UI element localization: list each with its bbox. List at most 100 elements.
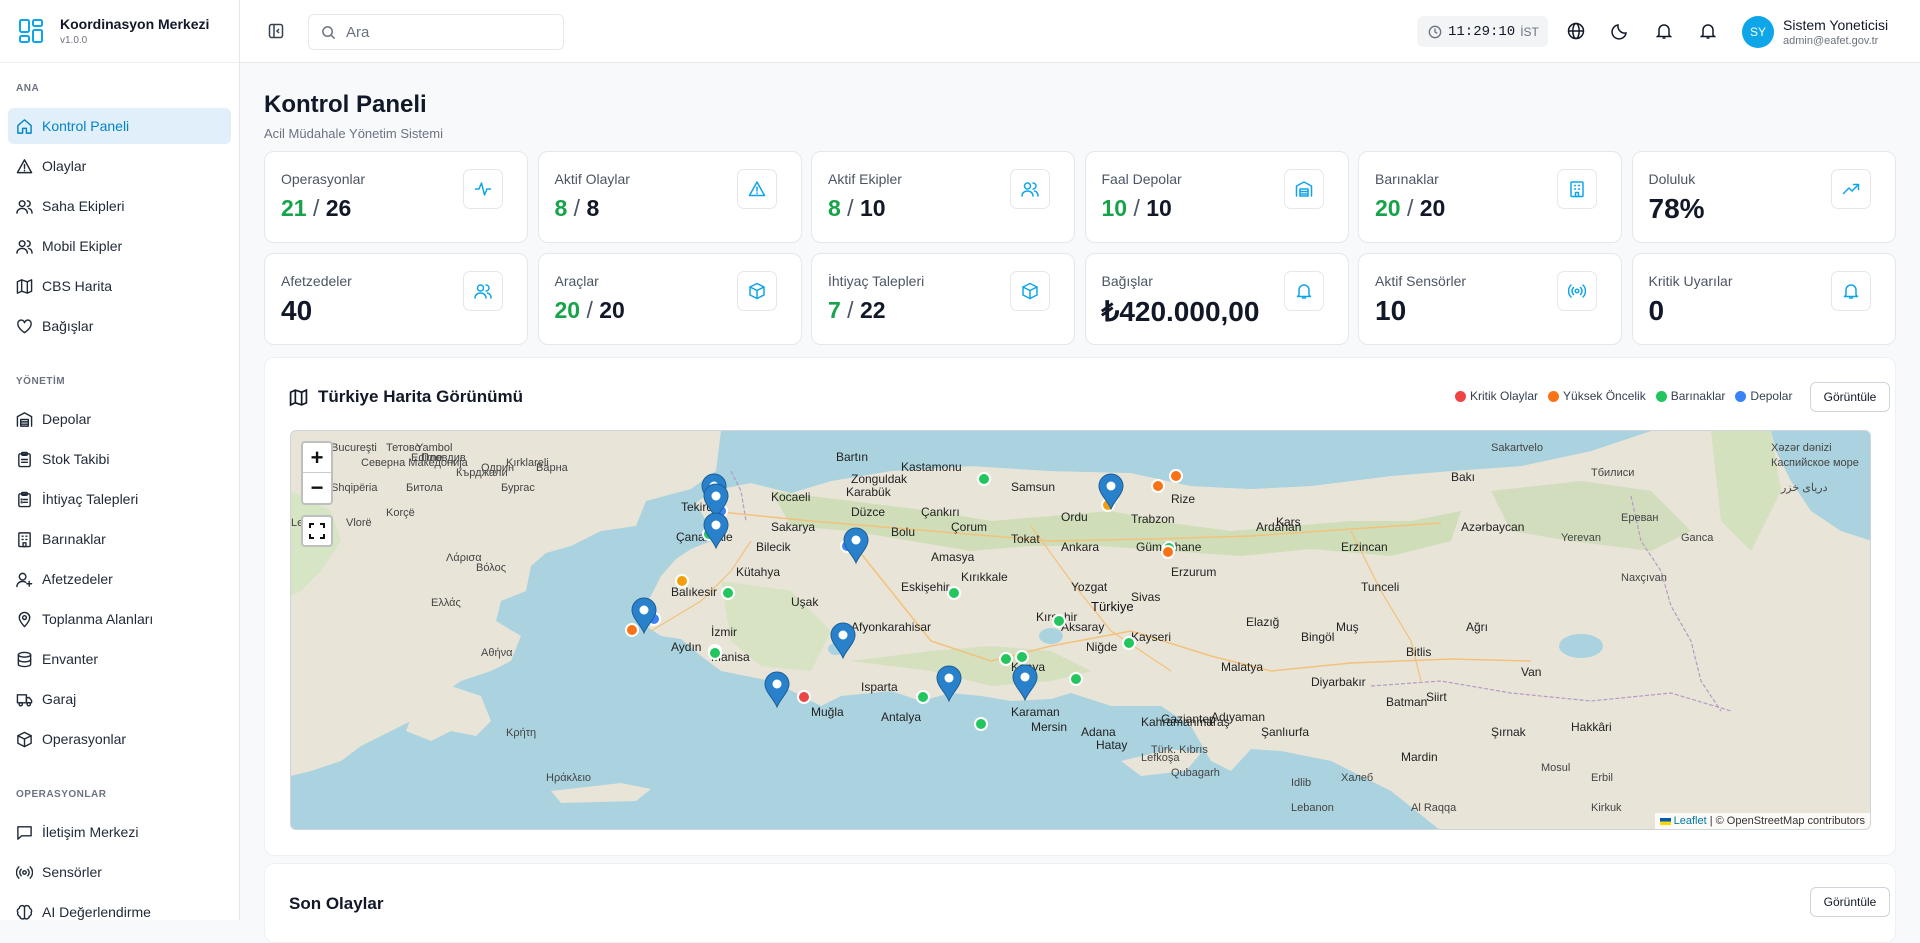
map-point-marker[interactable]: [1069, 672, 1083, 686]
sidebar-item-afetzedeler[interactable]: Afetzedeler: [8, 561, 231, 597]
map-point-marker[interactable]: [1169, 469, 1183, 483]
map-legend: Kritik Olaylar Yüksek Öncelik Barınaklar De…: [1455, 389, 1802, 403]
map-city-label: Bartın: [836, 450, 868, 464]
sidebar-item-depolar[interactable]: Depolar: [8, 401, 231, 437]
sidebar-item-toplanma-alanlar-[interactable]: Toplanma Alanları: [8, 601, 231, 637]
map-foreign-label: Βόλος: [476, 562, 506, 574]
map-city-label: Elazığ: [1246, 615, 1279, 629]
sidebar-item-kontrol-paneli[interactable]: Kontrol Paneli: [8, 108, 231, 144]
map-city-label: Van: [1521, 665, 1541, 679]
leaflet-map[interactable]: Kocaeli Tekirdağ Zonguldak Karabük Bartın Kas…: [290, 430, 1871, 830]
sidebar-item-olaylar[interactable]: Olaylar: [8, 148, 231, 184]
stat-card-afetzedeler[interactable]: Afetzedeler 40: [264, 253, 528, 345]
sidebar-item-label: Envanter: [42, 651, 99, 667]
stat-card-operasyonlar[interactable]: Operasyonlar 21 / 26: [264, 151, 528, 243]
stat-value: 40: [281, 295, 313, 326]
map-city-label: Türkiye: [1091, 599, 1134, 614]
map-point-marker[interactable]: [977, 472, 991, 486]
map-city-label: Bitlis: [1406, 645, 1431, 659]
map-point-marker[interactable]: [1122, 636, 1136, 650]
sidebar-item-saha-ekipleri[interactable]: Saha Ekipleri: [8, 188, 231, 224]
map-foreign-label: Xəzər dənizi: [1771, 442, 1832, 454]
map-point-marker[interactable]: [916, 690, 930, 704]
map-point-marker[interactable]: [1015, 650, 1029, 664]
stat-label: Aktif Ekipler: [828, 171, 902, 187]
stat-card-doluluk[interactable]: Doluluk 78%: [1631, 151, 1896, 243]
map-foreign-label: Mosul: [1541, 762, 1570, 774]
stat-label: Bağışlar: [1101, 273, 1153, 289]
notification-bell-icon[interactable]: [1699, 22, 1717, 40]
sidebar-item-ai-de-erlendirme[interactable]: AI Değerlendirme: [8, 894, 231, 920]
map-point-marker[interactable]: [974, 717, 988, 731]
stat-card-aktif-olaylar[interactable]: Aktif Olaylar 8 / 8: [537, 151, 802, 243]
map-city-label: Şırnak: [1491, 725, 1527, 739]
map-point-marker[interactable]: [721, 586, 735, 600]
sidebar: Koordinasyon Merkezi v1.0.0 ANA Kontrol P…: [0, 0, 240, 920]
map-point-marker[interactable]: [797, 690, 811, 704]
sidebar-item-sens-rler[interactable]: Sensörler: [8, 854, 231, 890]
stat-total: 26: [325, 195, 352, 221]
map-city-label: Ordu: [1061, 510, 1088, 524]
map-city-label: Erzurum: [1171, 565, 1216, 579]
map-city-label: Adıyaman: [1211, 710, 1265, 724]
map-point-marker[interactable]: [1151, 479, 1165, 493]
map-city-label: Zonguldak: [851, 472, 908, 486]
sidebar-item-envanter[interactable]: Envanter: [8, 641, 231, 677]
bell-icon[interactable]: [1655, 22, 1673, 40]
map-tiles[interactable]: KocaeliTekirdağZonguldakKarabükBartınKas…: [291, 431, 1871, 830]
stat-value: 7: [828, 297, 841, 323]
sidebar-item-cbs-harita[interactable]: CBS Harita: [8, 268, 231, 304]
zoom-out-button[interactable]: −: [303, 473, 331, 503]
map-point-marker[interactable]: [625, 623, 639, 637]
map-foreign-label: Shqipëria: [331, 482, 378, 494]
fullscreen-button[interactable]: [301, 515, 333, 547]
stat-card-kritik-uyar-lar[interactable]: Kritik Uyarılar 0: [1631, 253, 1896, 345]
users-icon: [16, 239, 33, 254]
map-city-label: Muş: [1336, 620, 1359, 634]
sidebar-item-label: Bağışlar: [42, 318, 94, 334]
sidebar-item-label: Olaylar: [42, 158, 87, 174]
stat-card-faal-depolar[interactable]: Faal Depolar 10 / 10: [1084, 151, 1349, 243]
sidebar-item-garaj[interactable]: Garaj: [8, 681, 231, 717]
stat-total: 22: [859, 297, 886, 323]
map-point-marker[interactable]: [1052, 614, 1066, 628]
zoom-control: + −: [301, 441, 333, 505]
user-menu[interactable]: SY Sistem Yoneticisi admin@eafet.gov.tr: [1742, 16, 1888, 48]
moon-icon[interactable]: [1611, 22, 1629, 40]
legend-dot: [1655, 390, 1667, 402]
sidebar-item-bar-naklar[interactable]: Barınaklar: [8, 521, 231, 557]
sidebar-item-i-htiya-talepleri[interactable]: İhtiyaç Talepleri: [8, 481, 231, 517]
sidebar-item-i-leti-im-merkezi[interactable]: İletişim Merkezi: [8, 814, 231, 850]
map-point-marker[interactable]: [947, 586, 961, 600]
stat-card-i-htiya-talepleri[interactable]: İhtiyaç Talepleri 7 / 22: [811, 253, 1075, 345]
map-city-label: Kayseri: [1131, 630, 1171, 644]
stat-icon-box: [736, 271, 777, 311]
database-icon: [17, 651, 32, 667]
leaflet-link[interactable]: Leaflet: [1674, 815, 1707, 827]
map-view-button[interactable]: Görüntüle: [1810, 382, 1890, 412]
map-point-marker[interactable]: [1161, 545, 1175, 559]
map-city-label: Bolu: [891, 525, 915, 539]
map-point-marker[interactable]: [999, 652, 1013, 666]
search-box[interactable]: [308, 14, 564, 50]
stat-card-aktif-ekipler[interactable]: Aktif Ekipler 8 / 10: [811, 151, 1075, 243]
recent-view-button[interactable]: Görüntüle: [1810, 887, 1890, 917]
map-point-marker[interactable]: [708, 646, 722, 660]
sidebar-item-ba-lar[interactable]: Bağışlar: [8, 308, 231, 344]
map-point-marker[interactable]: [675, 574, 689, 588]
stat-card-bar-naklar[interactable]: Barınaklar 20 / 20: [1358, 151, 1622, 243]
zoom-in-button[interactable]: +: [303, 443, 331, 473]
globe-icon[interactable]: [1567, 22, 1585, 40]
warehouse-icon: [1295, 181, 1312, 197]
sidebar-item-mobil-ekipler[interactable]: Mobil Ekipler: [8, 228, 231, 264]
sidebar-item-stok-takibi[interactable]: Stok Takibi: [8, 441, 231, 477]
search-input[interactable]: [346, 23, 546, 41]
stat-card-aktif-sens-rler[interactable]: Aktif Sensörler 10: [1358, 253, 1622, 345]
stat-value: 0: [1648, 295, 1665, 326]
stat-card-ba-lar[interactable]: Bağışlar ₺420.000,00: [1084, 253, 1349, 345]
brand[interactable]: Koordinasyon Merkezi v1.0.0: [0, 0, 239, 63]
sidebar-item-operasyonlar[interactable]: Operasyonlar: [8, 721, 231, 757]
legend-item: Yüksek Öncelik: [1548, 389, 1646, 403]
stat-card-ara-lar[interactable]: Araçlar 20 / 20: [537, 253, 802, 345]
sidebar-toggle-icon[interactable]: [268, 23, 284, 39]
